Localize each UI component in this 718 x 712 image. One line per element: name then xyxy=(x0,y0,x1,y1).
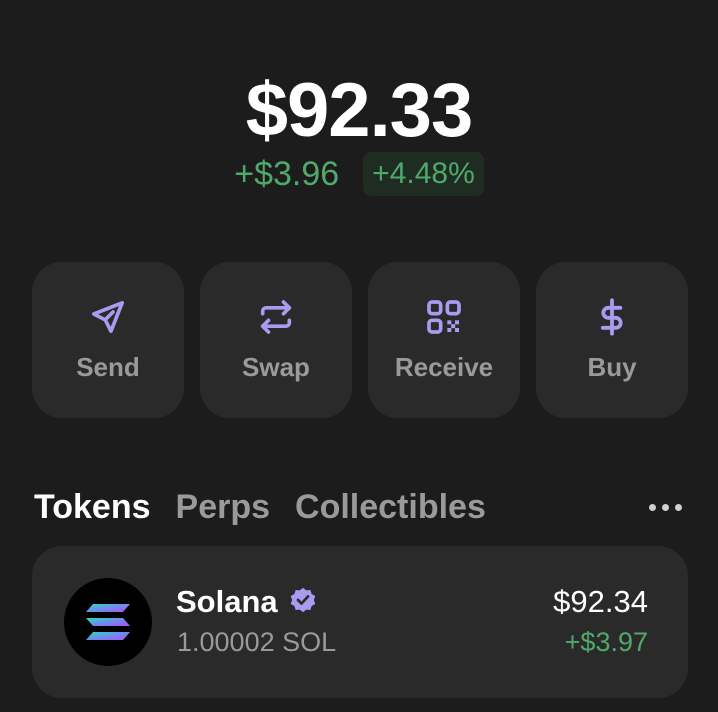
send-icon xyxy=(87,296,129,338)
token-value: $92.34 xyxy=(553,584,648,619)
receive-label: Receive xyxy=(394,352,494,382)
wallet-home: $92.33 +$3.96 +4.48% Send Swap Receive B… xyxy=(0,0,718,712)
dollar-icon xyxy=(591,296,633,338)
token-row-solana[interactable]: Solana 1.00002 SOL $92.34 +$3.97 xyxy=(32,546,688,698)
token-change: +$3.97 xyxy=(564,627,648,657)
tab-perps[interactable]: Perps xyxy=(176,484,271,530)
balance-change-amount: +$3.96 xyxy=(234,155,340,193)
tab-tokens[interactable]: Tokens xyxy=(34,484,151,530)
token-amount: 1.00002 SOL xyxy=(177,627,337,657)
more-options-button[interactable] xyxy=(649,498,682,517)
asset-tabs: Tokens Perps Collectibles xyxy=(34,484,686,530)
solana-logo-icon xyxy=(64,578,152,666)
swap-icon xyxy=(255,296,297,338)
tab-collectibles[interactable]: Collectibles xyxy=(295,484,486,530)
send-label: Send xyxy=(76,352,140,382)
balance-change-percent-badge: +4.48% xyxy=(363,152,484,196)
qr-code-icon xyxy=(423,296,465,338)
buy-button[interactable]: Buy xyxy=(536,262,688,418)
more-dot-icon xyxy=(649,503,656,511)
total-balance: $92.33 xyxy=(245,68,473,153)
token-name: Solana xyxy=(176,584,278,619)
swap-label: Swap xyxy=(242,352,310,382)
send-button[interactable]: Send xyxy=(32,262,184,418)
balance-change-row: +$3.96 +4.48% xyxy=(0,151,718,197)
receive-button[interactable]: Receive xyxy=(368,262,520,418)
buy-label: Buy xyxy=(587,352,637,382)
action-buttons: Send Swap Receive Buy xyxy=(32,262,688,418)
more-dot-icon xyxy=(662,503,669,511)
swap-button[interactable]: Swap xyxy=(200,262,352,418)
verified-badge-icon xyxy=(288,585,318,620)
more-dot-icon xyxy=(675,503,682,511)
token-name-row: Solana xyxy=(176,582,318,622)
